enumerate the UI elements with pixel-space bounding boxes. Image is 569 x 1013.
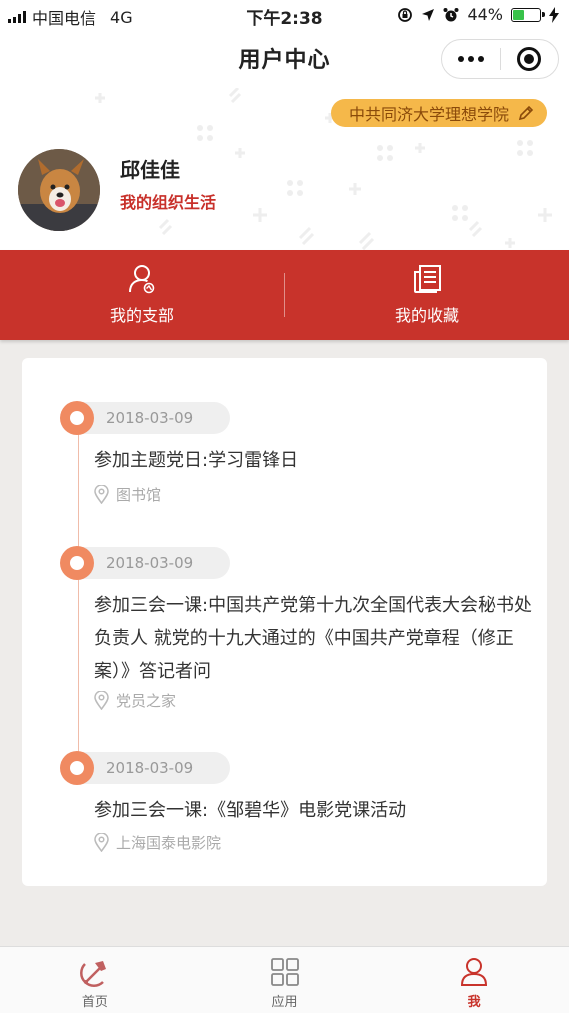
timeline-location: 图书馆 xyxy=(94,484,161,505)
tab-apps[interactable]: 应用 xyxy=(190,947,380,1013)
tab-me-label: 我 xyxy=(467,995,481,1010)
tab-home[interactable]: 首页 xyxy=(0,947,190,1013)
party-emblem-icon xyxy=(79,961,106,987)
timeline-date: 2018-03-09 xyxy=(78,547,230,579)
timeline-date: 2018-03-09 xyxy=(78,752,230,784)
timeline-title: 参加主题党日:学习雷锋日 xyxy=(94,450,299,471)
timeline-title: 参加三会一课:中国共产党第十九次全国代表大会秘书处负责人 就党的十九大通过的《中… xyxy=(94,595,533,682)
action-strip: 我的支部 我的收藏 xyxy=(0,250,569,340)
pencil-icon xyxy=(518,105,534,121)
more-dots-icon xyxy=(457,56,484,62)
timeline-dot xyxy=(60,401,94,435)
dog-avatar-image xyxy=(18,149,100,231)
battery-percent: 44% xyxy=(467,5,503,24)
location-pin-icon xyxy=(94,833,109,852)
org-life-link[interactable]: 我的组织生活 xyxy=(120,189,216,213)
location-arrow-icon xyxy=(422,8,435,21)
timeline-title: 参加三会一课:《邹碧华》电影党课活动 xyxy=(94,800,407,821)
person-icon xyxy=(461,958,488,986)
profile-header: 中共同济大学理想学院 邱佳佳 我的组织生活 xyxy=(0,88,569,250)
document-icon xyxy=(414,265,441,293)
timeline-dot xyxy=(60,546,94,580)
activity-timeline-card: 2018-03-09 参加主题党日:学习雷锋日 图书馆 2018-03-09 参… xyxy=(22,358,547,886)
tab-me[interactable]: 我 xyxy=(379,947,569,1013)
org-tag[interactable]: 中共同济大学理想学院 xyxy=(330,99,547,127)
timeline-location-label: 图书馆 xyxy=(116,486,162,504)
my-favorites-label: 我的收藏 xyxy=(394,306,459,325)
mini-program-capsule xyxy=(441,39,559,79)
user-party-icon xyxy=(129,265,155,294)
tab-apps-label: 应用 xyxy=(271,995,298,1010)
target-circle-icon xyxy=(517,47,542,71)
my-branch-button[interactable]: 我的支部 xyxy=(0,250,284,340)
timeline-location: 上海国泰电影院 xyxy=(94,832,221,853)
timeline-line xyxy=(78,418,79,778)
battery-level xyxy=(513,9,525,20)
timeline-location-label: 上海国泰电影院 xyxy=(116,834,222,852)
grid-icon xyxy=(270,958,299,986)
my-branch-label: 我的支部 xyxy=(109,306,174,325)
close-button[interactable] xyxy=(501,40,559,78)
location-pin-icon xyxy=(94,485,109,504)
timeline-date: 2018-03-09 xyxy=(78,402,230,434)
avatar[interactable] xyxy=(18,149,100,231)
nav-bar: 用户中心 xyxy=(0,30,569,88)
org-tag-label: 中共同济大学理想学院 xyxy=(348,105,509,124)
charging-bolt-icon xyxy=(549,6,559,23)
status-right: 44% xyxy=(397,5,559,24)
alarm-icon xyxy=(443,7,459,21)
user-name: 邱佳佳 xyxy=(120,158,180,182)
tab-bar: 首页 应用 我 xyxy=(0,946,569,1013)
my-favorites-button[interactable]: 我的收藏 xyxy=(285,250,569,340)
timeline-location-label: 党员之家 xyxy=(116,692,177,710)
rotation-lock-icon xyxy=(398,7,413,22)
timeline-location: 党员之家 xyxy=(94,690,176,711)
timeline-dot xyxy=(60,751,94,785)
battery-icon xyxy=(511,7,545,22)
more-button[interactable] xyxy=(442,40,500,78)
location-pin-icon xyxy=(94,691,109,710)
tab-home-label: 首页 xyxy=(81,995,108,1010)
status-bar: 中国电信 4G 下午2:38 44% xyxy=(0,0,569,30)
